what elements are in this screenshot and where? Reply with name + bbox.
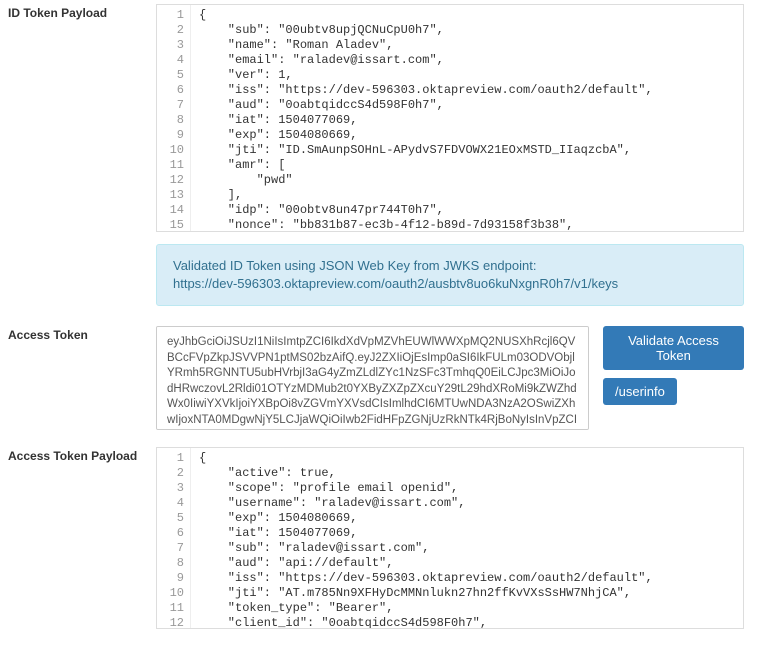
access-token-payload-code[interactable]: 1 2 3 4 5 6 7 8 9 10 11 12{ "active": tr…	[156, 447, 744, 629]
access-token-label: Access Token	[8, 326, 156, 433]
validate-access-token-button[interactable]: Validate Access Token	[603, 326, 744, 370]
access-token-input[interactable]	[156, 326, 589, 430]
access-token-payload-label: Access Token Payload	[8, 447, 156, 629]
validated-message: Validated ID Token using JSON Web Key fr…	[156, 244, 744, 306]
userinfo-button[interactable]: /userinfo	[603, 378, 677, 405]
id-token-payload-code[interactable]: 1 2 3 4 5 6 7 8 9 10 11 12 13 14 15{ "su…	[156, 4, 744, 232]
validated-prefix: Validated ID Token using JSON Web Key fr…	[173, 258, 536, 273]
jwks-link[interactable]: https://dev-596303.oktapreview.com/oauth…	[173, 276, 618, 291]
id-token-payload-label: ID Token Payload	[8, 4, 156, 306]
